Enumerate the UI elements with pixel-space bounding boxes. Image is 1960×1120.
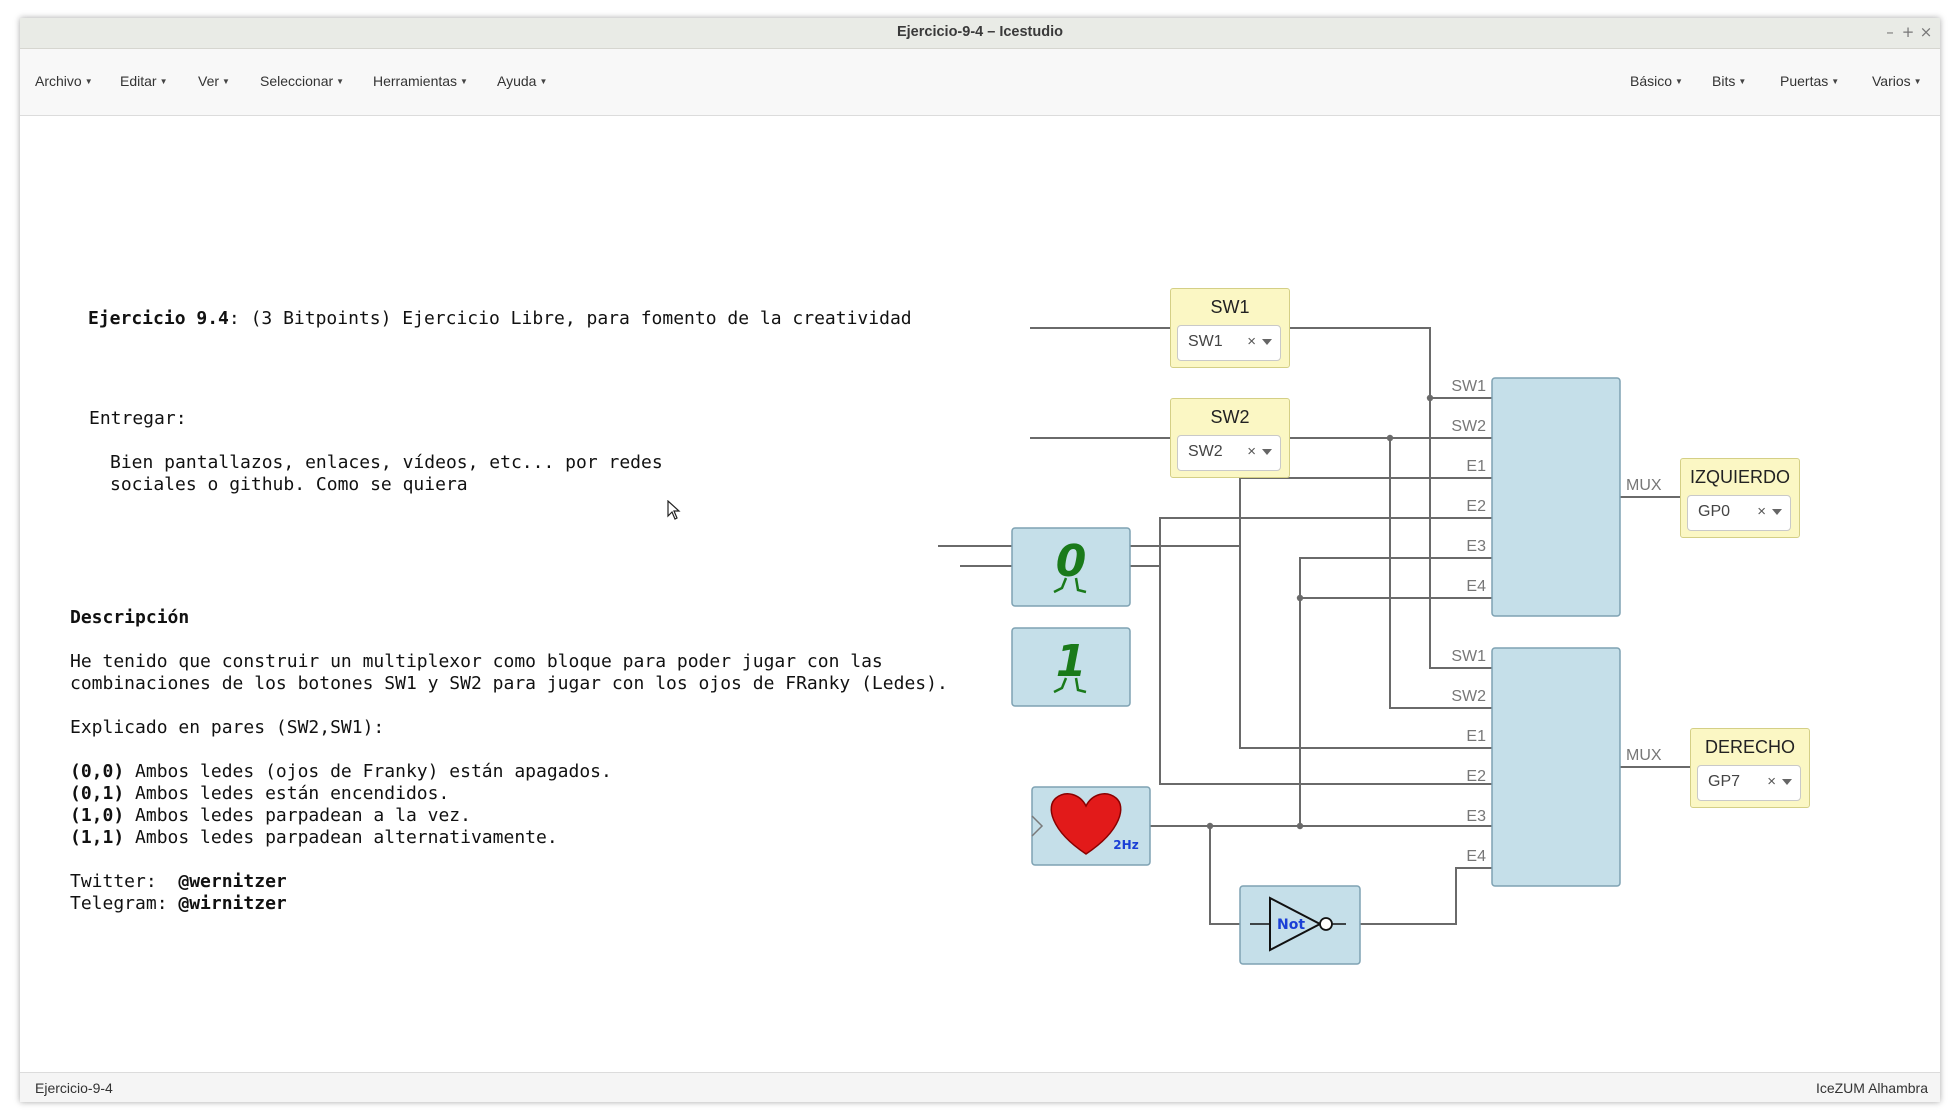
port-label: E3 xyxy=(1466,538,1486,555)
title-bar[interactable]: Ejercicio-9-4 – Icestudio – + × xyxy=(20,18,1940,49)
pin-select[interactable]: GP7 × xyxy=(1697,765,1801,801)
port-label: SW1 xyxy=(1451,648,1486,665)
menu-archivo[interactable]: Archivo ▼ xyxy=(35,73,93,89)
menu-ayuda[interactable]: Ayuda ▼ xyxy=(497,73,547,89)
port-label: E4 xyxy=(1466,578,1486,595)
pin-select[interactable]: GP0 × xyxy=(1687,495,1791,531)
clock-frequency: 2Hz xyxy=(1113,838,1138,852)
input-pin-sw1[interactable]: SW1 SW1 × xyxy=(1170,288,1290,368)
maximize-button[interactable]: + xyxy=(1900,23,1916,41)
port-label: E2 xyxy=(1466,768,1486,785)
caret-down-icon: ▼ xyxy=(1913,77,1922,86)
constant-0-text: 0 xyxy=(1056,536,1087,587)
menu-seleccionar-label: Seleccionar xyxy=(260,73,334,89)
minimize-button[interactable]: – xyxy=(1882,23,1898,41)
wire-sw1-mux2 xyxy=(1030,327,1492,669)
pin-select[interactable]: SW1 × xyxy=(1177,325,1281,361)
output-pin-title: IZQUIERDO xyxy=(1689,467,1790,487)
menu-bits[interactable]: Bits ▼ xyxy=(1712,73,1746,89)
menu-varios[interactable]: Varios ▼ xyxy=(1872,73,1922,89)
mux-block-derecho[interactable] xyxy=(1491,647,1621,887)
output-pin-title: DERECHO xyxy=(1704,737,1795,757)
input-pin-sw2[interactable]: SW2 SW2 × xyxy=(1170,398,1290,478)
port-label: MUX xyxy=(1626,747,1662,764)
port-label: MUX xyxy=(1626,477,1662,494)
output-pin-izquierdo[interactable]: IZQUIERDO GP0 × xyxy=(1680,458,1800,538)
input-pin-title: SW1 xyxy=(1210,297,1250,317)
menu-editar[interactable]: Editar ▼ xyxy=(120,73,168,89)
pin-select-value: GP0 xyxy=(1698,503,1731,520)
wire-not-mux2 xyxy=(1360,867,1492,925)
wire-clk-not xyxy=(1209,826,1240,925)
menu-herramientas[interactable]: Herramientas ▼ xyxy=(373,73,468,89)
clear-icon[interactable]: × xyxy=(1247,333,1256,350)
wire-const0-mux2 xyxy=(1239,546,1492,749)
mux-block-izquierdo[interactable] xyxy=(1491,377,1621,617)
caret-down-icon: ▼ xyxy=(1675,77,1683,86)
junction-dot xyxy=(1386,434,1394,442)
mouse-cursor-icon xyxy=(667,500,681,520)
caret-down-icon: ▼ xyxy=(336,77,345,86)
clear-icon[interactable]: × xyxy=(1757,503,1766,520)
port-label: SW2 xyxy=(1451,418,1486,435)
output-pin-derecho[interactable]: DERECHO GP7 × xyxy=(1690,728,1810,808)
constant-1-text: 1 xyxy=(1056,636,1087,687)
pin-select-value: SW1 xyxy=(1188,333,1223,350)
clear-icon[interactable]: × xyxy=(1247,443,1256,460)
pin-select[interactable]: SW2 × xyxy=(1177,435,1281,471)
chevron-down-icon[interactable] xyxy=(1262,449,1272,455)
port-label: SW2 xyxy=(1451,688,1486,705)
chevron-down-icon[interactable] xyxy=(1782,779,1792,785)
caret-down-icon: ▼ xyxy=(1738,77,1747,86)
caret-down-icon: ▼ xyxy=(84,77,93,86)
caret-down-icon: ▼ xyxy=(1831,77,1840,86)
menu-archivo-label: Archivo xyxy=(35,73,82,89)
menu-ver[interactable]: Ver ▼ xyxy=(198,73,230,89)
port-label: E3 xyxy=(1466,808,1486,825)
junction-dot xyxy=(1426,394,1434,402)
menu-puertas-label: Puertas xyxy=(1780,73,1829,89)
menu-varios-label: Varios xyxy=(1872,73,1911,89)
caret-down-icon: ▼ xyxy=(159,77,168,86)
menu-puertas[interactable]: Puertas ▼ xyxy=(1780,73,1839,89)
menu-ver-label: Ver xyxy=(198,73,220,89)
pin-select-value: SW2 xyxy=(1188,443,1223,460)
menu-basico-label: Básico xyxy=(1630,73,1673,89)
clear-icon[interactable]: × xyxy=(1767,773,1776,790)
design-canvas[interactable]: Ejercicio 9.4: (3 Bitpoints) Ejercicio L… xyxy=(20,116,1940,1072)
app-window: Ejercicio-9-4 – Icestudio – + × Archivo ▼… xyxy=(20,18,1940,1102)
port-label: SW1 xyxy=(1451,378,1486,395)
port-label: E1 xyxy=(1466,458,1486,475)
menu-ayuda-label: Ayuda xyxy=(497,73,537,89)
menu-basico[interactable]: Básico ▼ xyxy=(1630,73,1683,89)
close-button[interactable]: × xyxy=(1918,23,1934,41)
window-title: Ejercicio-9-4 – Icestudio xyxy=(896,24,1063,40)
junction-dot xyxy=(1206,822,1214,830)
circuit-svg: SW1 SW2 E1 E2 E3 E4 MUX SW1 SW2 E1 E2 E3… xyxy=(938,327,1690,965)
status-bar: Ejercicio-9-4 IceZUM Alhambra xyxy=(20,1072,1940,1102)
status-project-name: Ejercicio-9-4 xyxy=(35,1080,113,1096)
chevron-down-icon[interactable] xyxy=(1772,509,1782,515)
port-label: E4 xyxy=(1466,848,1486,865)
junction-dot xyxy=(1296,594,1304,602)
status-board-name[interactable]: IceZUM Alhambra xyxy=(1816,1080,1928,1096)
menu-seleccionar[interactable]: Seleccionar ▼ xyxy=(260,73,344,89)
chevron-down-icon[interactable] xyxy=(1262,339,1272,345)
junction-dot xyxy=(1296,822,1304,830)
menu-herramientas-label: Herramientas xyxy=(373,73,458,89)
pin-select-value: GP7 xyxy=(1708,773,1741,790)
menu-editar-label: Editar xyxy=(120,73,157,89)
menu-bar: Archivo ▼ Editar ▼ Ver ▼ Seleccionar ▼ Herra… xyxy=(20,49,1940,116)
menu-bits-label: Bits xyxy=(1712,73,1736,89)
caret-down-icon: ▼ xyxy=(539,77,548,86)
input-pin-title: SW2 xyxy=(1210,407,1250,427)
caret-down-icon: ▼ xyxy=(460,77,468,86)
port-label: E2 xyxy=(1466,498,1486,515)
caret-down-icon: ▼ xyxy=(222,77,230,86)
not-gate-label: Not xyxy=(1277,917,1305,933)
port-label: E1 xyxy=(1466,728,1486,745)
